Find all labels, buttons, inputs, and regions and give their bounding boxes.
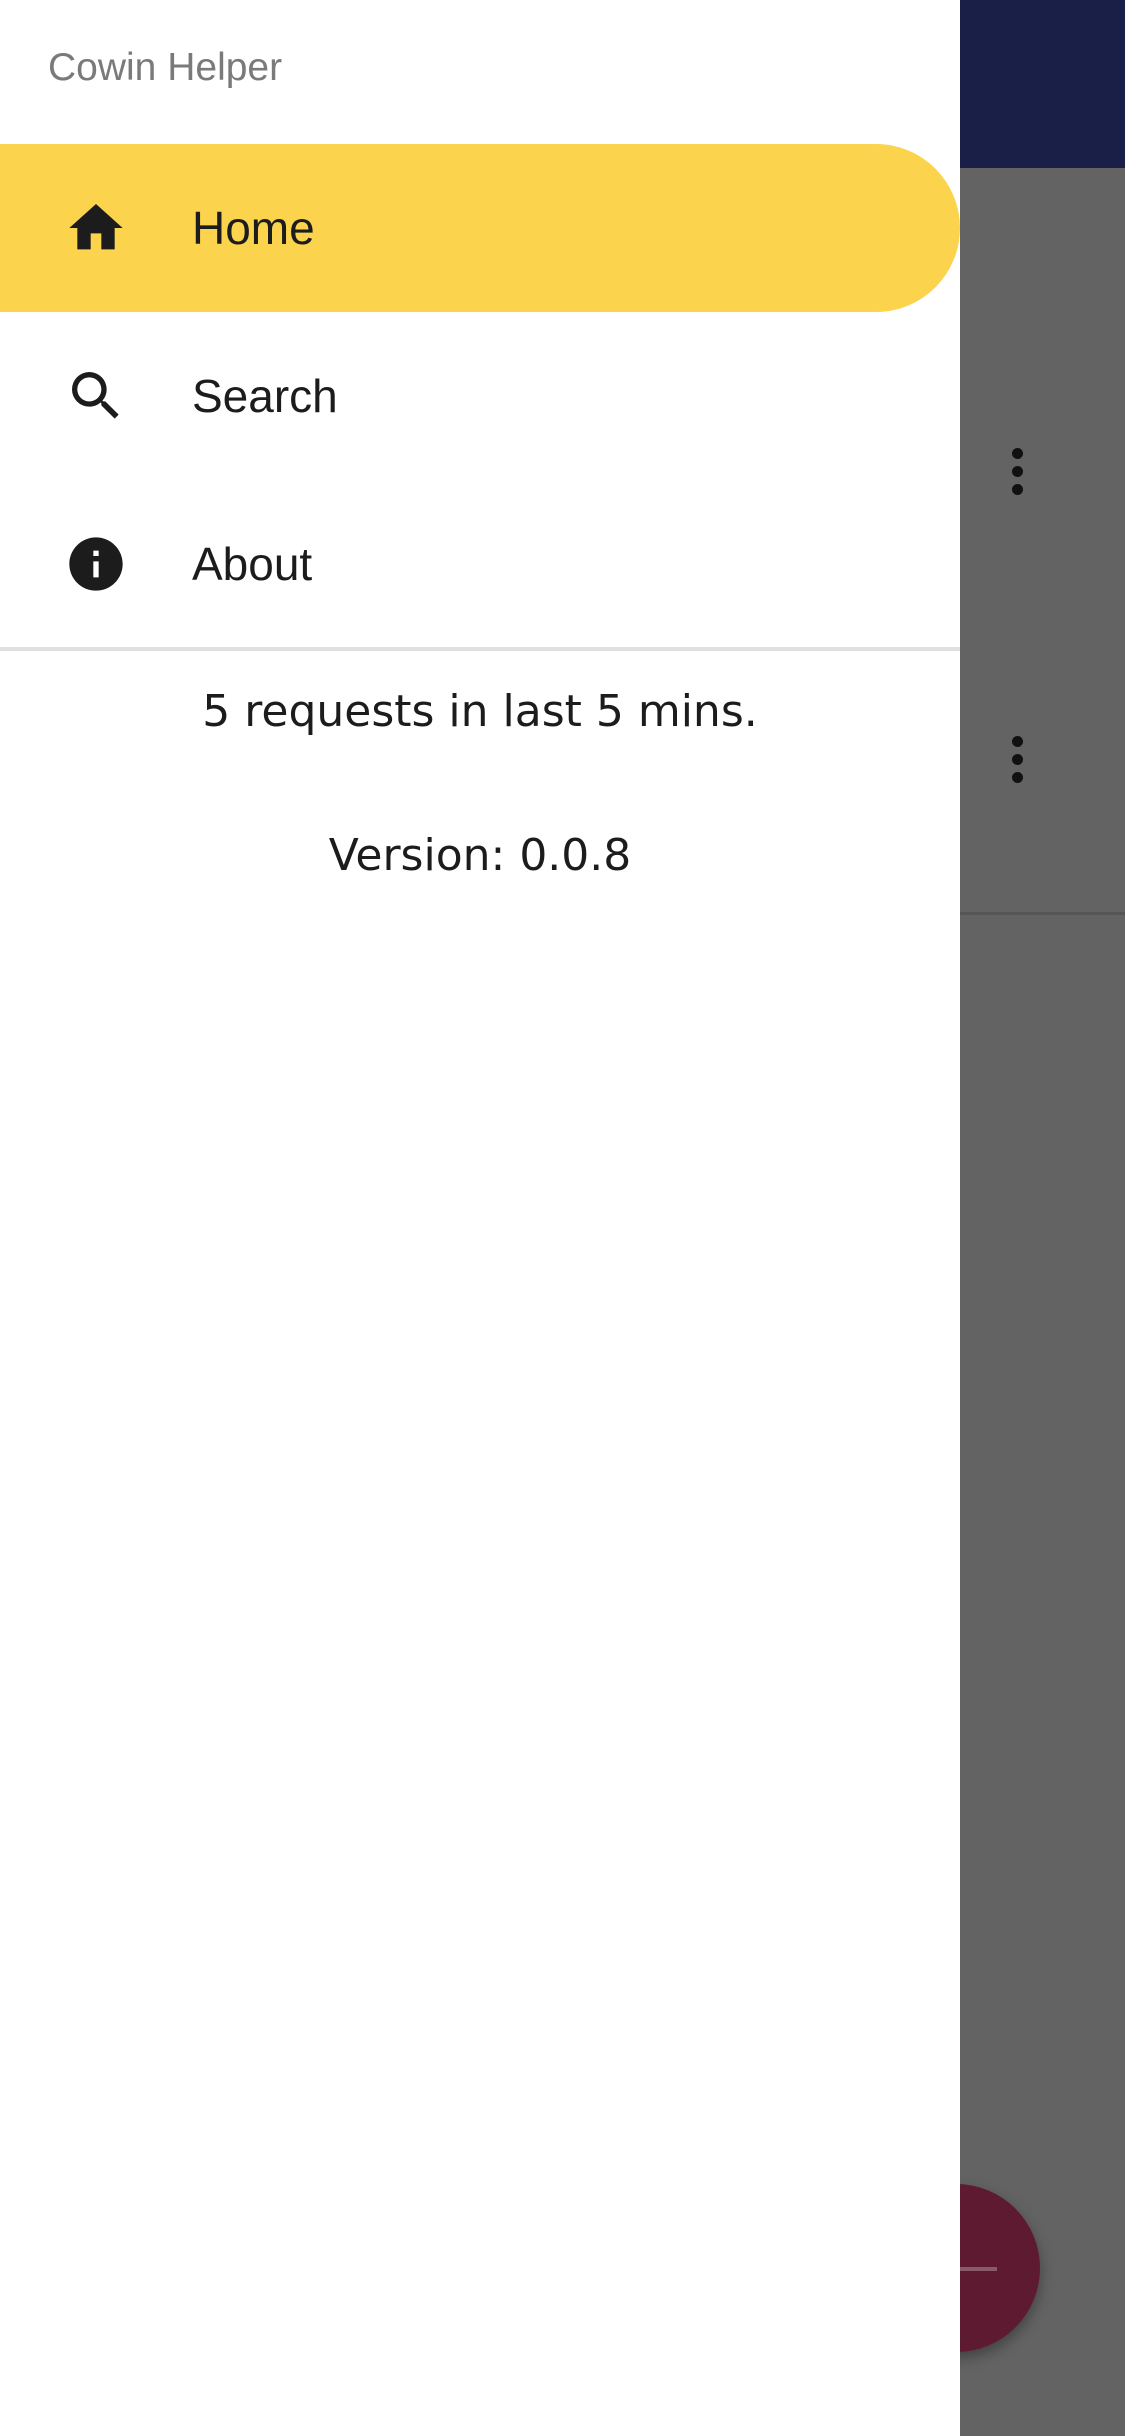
drawer-divider (0, 647, 960, 651)
info-icon (64, 532, 128, 596)
drawer-item-label: Home (192, 202, 315, 254)
screen: Cowin Helper Home Search About 5 request… (0, 0, 1125, 2436)
home-icon (64, 196, 128, 260)
drawer-title: Cowin Helper (48, 46, 283, 89)
background-divider (960, 912, 1125, 915)
drawer-item-about[interactable]: About (0, 480, 960, 648)
more-vert-icon[interactable] (990, 724, 1044, 794)
drawer-item-label: About (192, 538, 313, 590)
search-icon (64, 364, 128, 428)
request-stats: 5 requests in last 5 mins. (202, 686, 758, 737)
drawer-item-label: Search (192, 370, 338, 422)
drawer-item-search[interactable]: Search (0, 312, 960, 480)
navigation-drawer: Cowin Helper Home Search About 5 request… (0, 0, 960, 2436)
drawer-item-home[interactable]: Home (0, 144, 960, 312)
more-vert-icon[interactable] (990, 436, 1044, 506)
app-version: Version: 0.0.8 (328, 830, 632, 881)
